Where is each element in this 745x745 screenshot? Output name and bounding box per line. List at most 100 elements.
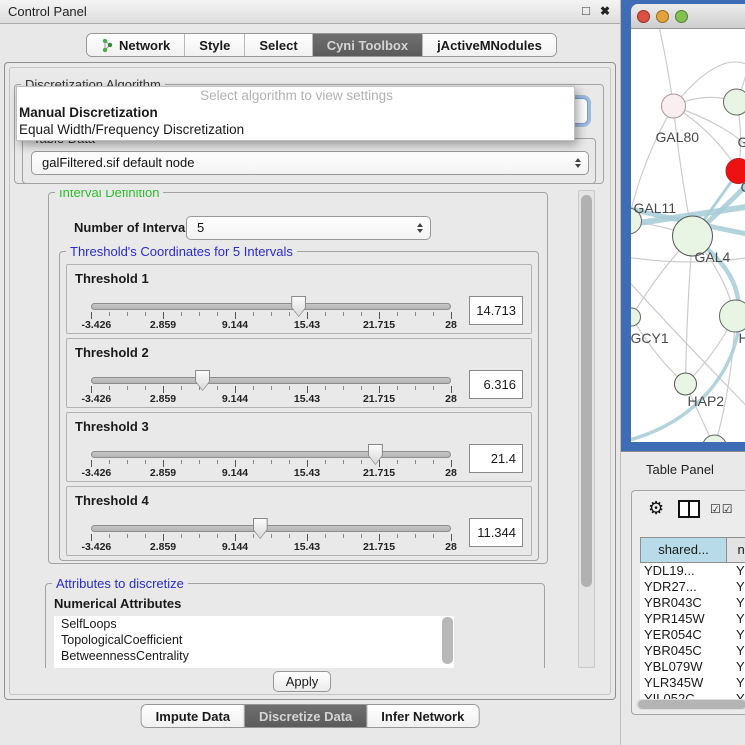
algorithm-option-equal-width-frequency-discretization[interactable]: Equal Width/Frequency Discretization — [17, 121, 574, 138]
cell-shared-name[interactable]: YBR043C — [640, 595, 727, 611]
cell-shared-name[interactable]: YLR345W — [640, 675, 727, 691]
node-upper-right[interactable] — [724, 89, 745, 115]
tab-label: Select — [259, 38, 297, 53]
slider-track[interactable] — [91, 377, 451, 384]
number-of-intervals-label: Number of Intervals — [74, 220, 196, 235]
cell-name[interactable]: YLR3 — [727, 675, 745, 691]
cell-shared-name[interactable]: YIL052C — [640, 691, 727, 699]
tab-jactivemnodules[interactable]: jActiveMNodules — [423, 34, 556, 56]
tab-cyni-toolbox[interactable]: Cyni Toolbox — [313, 34, 423, 56]
threshold-label: Threshold 2 — [75, 345, 149, 360]
close-window-icon[interactable]: ✖ — [600, 4, 610, 18]
threshold-value-field[interactable]: 21.4 — [469, 444, 523, 473]
column-header-shared-name[interactable]: shared... — [640, 537, 727, 563]
columns-icon[interactable] — [678, 500, 700, 521]
tab-label: jActiveMNodules — [437, 38, 542, 53]
table-row[interactable]: YBL079WYBL0 — [640, 659, 745, 675]
threshold-panel-4: Threshold 4-3.4262.8599.14415.4321.71528… — [66, 486, 532, 556]
table-row[interactable]: YBR043CYBR0 — [640, 595, 745, 611]
minimize-traffic-light[interactable] — [656, 10, 669, 23]
cell-shared-name[interactable]: YER054C — [640, 627, 727, 643]
node-label-gcy1: GCY1 — [631, 330, 669, 346]
cell-name[interactable]: YDL1 — [727, 563, 745, 579]
node-label-gal4: GAL4 — [695, 249, 731, 265]
slider-ticks — [91, 460, 452, 467]
node-hap2[interactable] — [675, 373, 697, 395]
slider-track[interactable] — [91, 303, 451, 310]
column-header-name[interactable]: na — [727, 537, 745, 563]
node-bottom[interactable] — [703, 435, 727, 442]
app-root: Control Panel □ ✖ Network Style Select Cyni… — [0, 0, 745, 745]
node-label-gal80: GAL80 — [656, 129, 700, 145]
tab-label: Network — [119, 38, 170, 53]
table-data-select[interactable]: galFiltered.sif default node — [31, 151, 589, 175]
tab-select[interactable]: Select — [245, 34, 312, 56]
threshold-panel-3: Threshold 3-3.4262.8599.14415.4321.71528… — [66, 412, 532, 482]
settings-scrollbar-track[interactable] — [578, 190, 595, 668]
node-table-body: YDL19...YDL1YDR27...YDR2YBR043CYBR0YPR14… — [640, 563, 745, 699]
network-icon — [101, 38, 114, 53]
numerical-attributes-list[interactable]: SelfLoopsTopologicalCoefficientBetweenne… — [54, 616, 454, 668]
tab-style[interactable]: Style — [185, 34, 245, 56]
attribute-item-selfloops[interactable]: SelfLoops — [54, 616, 454, 632]
checkboxes-icon[interactable]: ☑☑ — [710, 502, 734, 516]
tab-network[interactable]: Network — [87, 34, 185, 56]
threshold-value-field[interactable]: 14.713 — [469, 296, 523, 325]
table-row[interactable]: YDL19...YDL1 — [640, 563, 745, 579]
table-hscrollbar-track[interactable] — [636, 699, 745, 710]
control-panel-title: Control Panel — [8, 4, 87, 19]
cell-name[interactable]: YDR2 — [727, 579, 745, 595]
scale-tick-label: 2.859 — [150, 319, 176, 331]
cell-name[interactable]: YBR0 — [727, 595, 745, 611]
threshold-value-field[interactable]: 11.344 — [469, 518, 523, 547]
cell-name[interactable]: YPR1 — [727, 611, 745, 627]
algorithm-options: Manual DiscretizationEqual Width/Frequen… — [17, 104, 574, 138]
cell-shared-name[interactable]: YDR27... — [640, 579, 727, 595]
scale-tick-label: 28 — [445, 393, 457, 405]
table-row[interactable]: YBR045CYBR0 — [640, 643, 745, 659]
slider-scale-labels: -3.4262.8599.14415.4321.71528 — [91, 393, 452, 405]
gear-icon[interactable]: ⚙ — [648, 498, 664, 519]
zoom-traffic-light[interactable] — [675, 10, 688, 23]
slider-track[interactable] — [91, 525, 451, 532]
attributes-list-scrollbar[interactable] — [442, 617, 453, 664]
tab-infer-network[interactable]: Infer Network — [367, 705, 478, 727]
scale-tick-label: 21.715 — [363, 393, 395, 405]
slider-track[interactable] — [91, 451, 451, 458]
node-gcy1[interactable] — [631, 308, 641, 326]
node-gal80[interactable] — [662, 94, 686, 118]
node-label-ga: GA — [738, 134, 745, 150]
tab-label: Impute Data — [156, 709, 230, 724]
attribute-item-betweennesscentrality[interactable]: BetweennessCentrality — [54, 648, 454, 664]
cell-shared-name[interactable]: YBR045C — [640, 643, 727, 659]
threshold-value-field[interactable]: 6.316 — [469, 370, 523, 399]
algorithm-dropdown-popup: Select algorithm to view settings Manual… — [16, 86, 575, 141]
cell-name[interactable]: YIL0 — [727, 691, 745, 699]
cell-name[interactable]: YBL0 — [727, 659, 745, 675]
float-window-icon[interactable]: □ — [582, 3, 590, 18]
table-hscrollbar-thumb[interactable] — [638, 700, 745, 709]
scale-tick-label: 15.43 — [294, 319, 320, 331]
tab-impute-data[interactable]: Impute Data — [142, 705, 245, 727]
cell-name[interactable]: YER0 — [727, 627, 745, 643]
apply-button[interactable]: Apply — [273, 671, 331, 692]
number-of-intervals-select[interactable]: 5 — [186, 216, 431, 240]
slider-scale-labels: -3.4262.8599.14415.4321.71528 — [91, 319, 452, 331]
tab-discretize-data[interactable]: Discretize Data — [245, 705, 367, 727]
settings-scrollbar-thumb[interactable] — [581, 195, 592, 587]
algorithm-option-manual-discretization[interactable]: Manual Discretization — [17, 104, 574, 121]
cell-shared-name[interactable]: YDL19... — [640, 563, 727, 579]
cell-shared-name[interactable]: YBL079W — [640, 659, 727, 675]
table-row[interactable]: YLR345WYLR3 — [640, 675, 745, 691]
table-row[interactable]: YIL052CYIL0 — [640, 691, 745, 699]
cell-shared-name[interactable]: YPR145W — [640, 611, 727, 627]
node-right[interactable] — [720, 300, 745, 332]
close-traffic-light[interactable] — [637, 10, 650, 23]
table-row[interactable]: YER054CYER0 — [640, 627, 745, 643]
cell-name[interactable]: YBR0 — [727, 643, 745, 659]
table-data-selected-value: galFiltered.sif default node — [42, 155, 194, 170]
network-canvas[interactable]: GAL80GACGAL11GAL4GCY1HHAP2 — [631, 29, 745, 442]
table-row[interactable]: YDR27...YDR2 — [640, 579, 745, 595]
table-row[interactable]: YPR145WYPR1 — [640, 611, 745, 627]
attribute-item-topologicalcoefficient[interactable]: TopologicalCoefficient — [54, 632, 454, 648]
